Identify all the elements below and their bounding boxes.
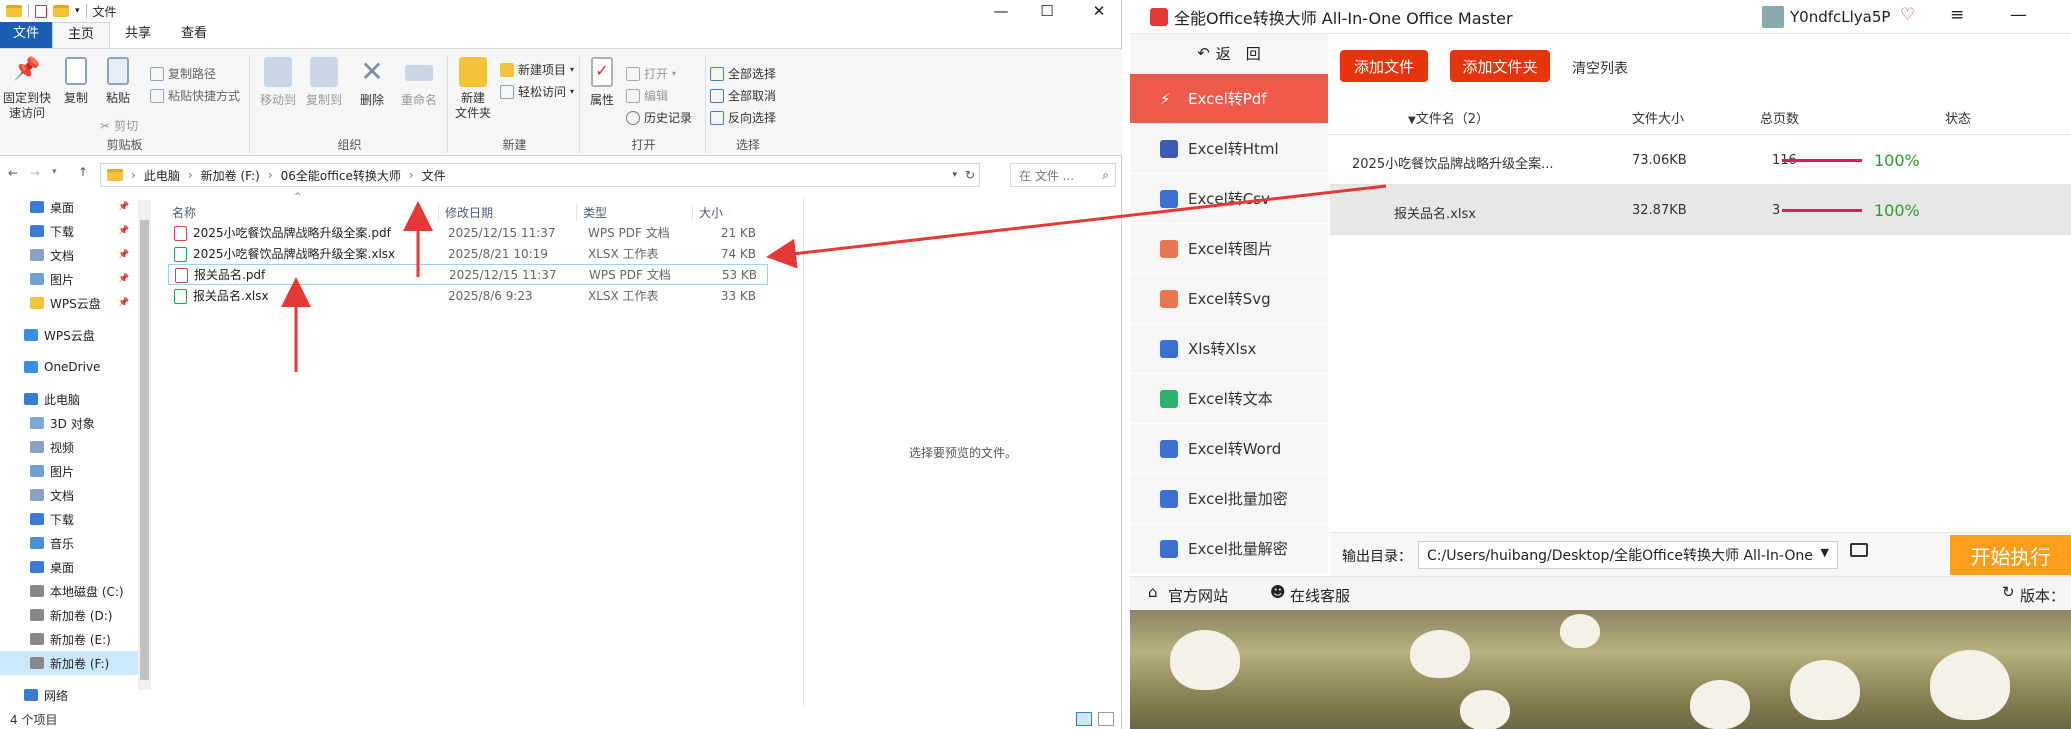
desktop: { "explorer": { "window_title": "文件", "t… [0, 0, 2071, 729]
annotation-arrows [281, 184, 1387, 372]
arrow-from-converter-to-list [766, 184, 1387, 269]
